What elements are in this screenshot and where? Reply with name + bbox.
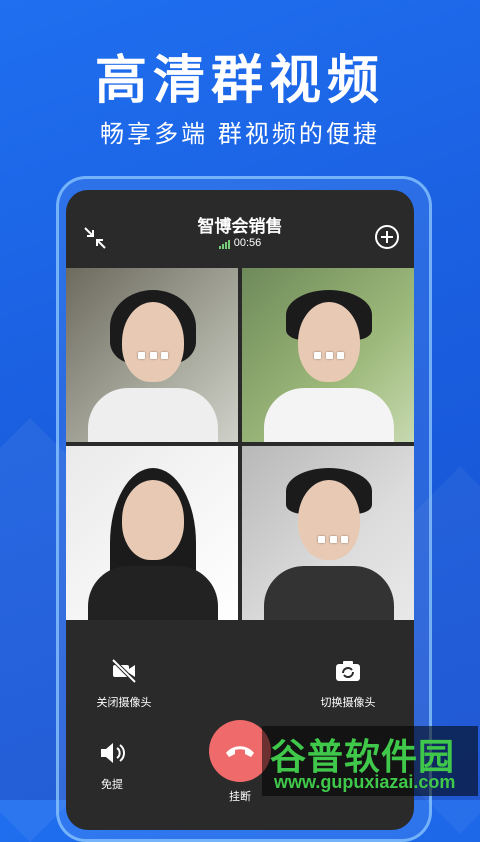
participant-video-tile[interactable] xyxy=(242,268,414,442)
room-title: 智博会销售 xyxy=(197,217,283,236)
call-header: 智博会销售 00:56 xyxy=(66,190,414,268)
switch-camera-button[interactable]: 切换摄像头 xyxy=(288,656,408,710)
switch-camera-icon xyxy=(333,656,363,686)
speaker-button[interactable]: 免提 xyxy=(72,738,152,792)
participant-body xyxy=(88,388,218,442)
video-grid xyxy=(66,268,414,620)
camera-off-icon xyxy=(109,656,139,686)
call-controls: 关闭摄像头 切换摄像头 免提 挂断 xyxy=(66,620,414,830)
participant-face xyxy=(122,480,184,560)
call-duration: 00:56 xyxy=(233,237,262,249)
participant-video-tile[interactable] xyxy=(66,446,238,620)
more-options-icon[interactable] xyxy=(138,350,168,360)
speaker-label: 免提 xyxy=(101,779,123,791)
participant-body xyxy=(264,566,394,620)
participant-body xyxy=(88,566,218,620)
more-options-icon[interactable] xyxy=(318,534,348,544)
participant-video-tile[interactable] xyxy=(242,446,414,620)
watermark-logo: 谷普软件园 www.gupuxiazai.com xyxy=(262,726,478,796)
participant-video-tile[interactable] xyxy=(66,268,238,442)
participant-face xyxy=(298,480,360,560)
switch-camera-label: 切换摄像头 xyxy=(320,697,376,709)
participant-body xyxy=(264,388,394,442)
participant-face xyxy=(122,302,184,382)
participant-face xyxy=(298,302,360,382)
promo-headline: 高清群视频 xyxy=(94,52,385,110)
call-timer: 00:56 xyxy=(66,237,414,250)
camera-off-label: 关闭摄像头 xyxy=(96,697,152,709)
watermark-url: www.gupuxiazai.com xyxy=(274,772,456,792)
camera-off-button[interactable]: 关闭摄像头 xyxy=(66,656,184,710)
signal-icon xyxy=(218,237,231,250)
speaker-icon xyxy=(97,738,127,768)
more-options-icon[interactable] xyxy=(314,350,344,360)
add-participant-icon[interactable] xyxy=(374,224,400,250)
promo-subline: 畅享多端 群视频的便捷 xyxy=(100,121,380,148)
